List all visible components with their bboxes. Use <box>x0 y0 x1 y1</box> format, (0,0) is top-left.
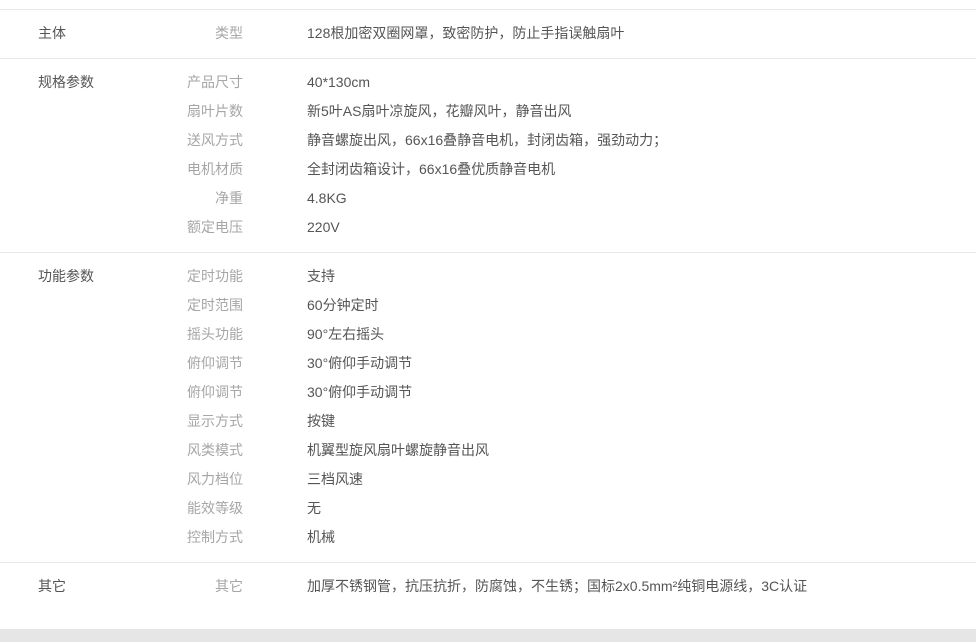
spec-value: 全封闭齿箱设计，66x16叠优质静音电机 <box>307 159 555 179</box>
spec-label: 扇叶片数 <box>160 101 243 121</box>
spec-value: 220V <box>307 217 340 237</box>
spec-label: 风力档位 <box>160 469 243 489</box>
spec-label: 额定电压 <box>160 217 243 237</box>
spec-row: 俯仰调节 30°俯仰手动调节 <box>160 382 976 402</box>
spec-label: 定时功能 <box>160 266 243 286</box>
spec-row: 风力档位 三档风速 <box>160 469 976 489</box>
spec-value: 40*130cm <box>307 72 370 92</box>
spec-label: 俯仰调节 <box>160 353 243 373</box>
spec-value: 加厚不锈钢管，抗压抗折，防腐蚀，不生锈；国标2x0.5mm²纯铜电源线，3C认证 <box>307 576 807 596</box>
spec-value: 4.8KG <box>307 188 347 208</box>
spec-section-title: 其它 <box>0 576 160 596</box>
spec-section: 其它其它 加厚不锈钢管，抗压抗折，防腐蚀，不生锈；国标2x0.5mm²纯铜电源线，… <box>0 563 976 611</box>
spec-rows: 类型 128根加密双圈网罩，致密防护，防止手指误触扇叶 <box>160 23 976 43</box>
horizontal-scrollbar-track[interactable] <box>0 629 976 642</box>
spec-row: 其它 加厚不锈钢管，抗压抗折，防腐蚀，不生锈；国标2x0.5mm²纯铜电源线，3C… <box>160 576 976 596</box>
spec-row: 送风方式 静音螺旋出风，66x16叠静音电机，封闭齿箱，强劲动力； <box>160 130 976 150</box>
spec-rows: 产品尺寸 40*130cm 扇叶片数 新5叶AS扇叶凉旋风，花瓣风叶，静音出风送风方式… <box>160 72 976 237</box>
spec-row: 类型 128根加密双圈网罩，致密防护，防止手指误触扇叶 <box>160 23 976 43</box>
spec-label: 摇头功能 <box>160 324 243 344</box>
spec-label: 显示方式 <box>160 411 243 431</box>
spec-value: 30°俯仰手动调节 <box>307 353 412 373</box>
spec-value: 30°俯仰手动调节 <box>307 382 412 402</box>
spec-value: 按键 <box>307 411 335 431</box>
spec-row: 产品尺寸 40*130cm <box>160 72 976 92</box>
spec-label: 控制方式 <box>160 527 243 547</box>
spec-row: 净重 4.8KG <box>160 188 976 208</box>
spec-section: 规格参数产品尺寸 40*130cm 扇叶片数 新5叶AS扇叶凉旋风，花瓣风叶，静音出风… <box>0 59 976 253</box>
spec-section: 主体类型 128根加密双圈网罩，致密防护，防止手指误触扇叶 <box>0 10 976 59</box>
spec-rows: 定时功能 支持定时范围 60分钟定时摇头功能 90°左右摇头俯仰调节 30°俯仰手动调节… <box>160 266 976 547</box>
spec-row: 定时范围 60分钟定时 <box>160 295 976 315</box>
spec-section-title: 主体 <box>0 23 160 43</box>
spec-row: 风类模式 机翼型旋风扇叶螺旋静音出风 <box>160 440 976 460</box>
spec-value: 60分钟定时 <box>307 295 379 315</box>
spec-value: 静音螺旋出风，66x16叠静音电机，封闭齿箱，强劲动力； <box>307 130 667 150</box>
spec-section: 功能参数定时功能 支持定时范围 60分钟定时摇头功能 90°左右摇头俯仰调节 30°俯仰… <box>0 253 976 563</box>
spec-row: 显示方式 按键 <box>160 411 976 431</box>
spec-value: 128根加密双圈网罩，致密防护，防止手指误触扇叶 <box>307 23 624 43</box>
spec-label: 定时范围 <box>160 295 243 315</box>
spec-label: 其它 <box>160 576 243 596</box>
spec-value: 无 <box>307 498 321 518</box>
spec-label: 送风方式 <box>160 130 243 150</box>
spec-section-title: 功能参数 <box>0 266 160 547</box>
spec-label: 产品尺寸 <box>160 72 243 92</box>
spec-label: 能效等级 <box>160 498 243 518</box>
spec-value: 机械 <box>307 527 335 547</box>
product-spec-table: 主体类型 128根加密双圈网罩，致密防护，防止手指误触扇叶规格参数产品尺寸 40*1… <box>0 9 976 611</box>
spec-value: 三档风速 <box>307 469 363 489</box>
spec-label: 风类模式 <box>160 440 243 460</box>
spec-row: 摇头功能 90°左右摇头 <box>160 324 976 344</box>
spec-row: 俯仰调节 30°俯仰手动调节 <box>160 353 976 373</box>
spec-row: 额定电压 220V <box>160 217 976 237</box>
spec-row: 扇叶片数 新5叶AS扇叶凉旋风，花瓣风叶，静音出风 <box>160 101 976 121</box>
spec-label: 电机材质 <box>160 159 243 179</box>
spec-section-title: 规格参数 <box>0 72 160 237</box>
spec-row: 电机材质 全封闭齿箱设计，66x16叠优质静音电机 <box>160 159 976 179</box>
spec-row: 控制方式 机械 <box>160 527 976 547</box>
spec-value: 机翼型旋风扇叶螺旋静音出风 <box>307 440 489 460</box>
spec-value: 新5叶AS扇叶凉旋风，花瓣风叶，静音出风 <box>307 101 571 121</box>
spec-value: 支持 <box>307 266 335 286</box>
spec-label: 俯仰调节 <box>160 382 243 402</box>
spec-row: 能效等级 无 <box>160 498 976 518</box>
spec-value: 90°左右摇头 <box>307 324 384 344</box>
spec-rows: 其它 加厚不锈钢管，抗压抗折，防腐蚀，不生锈；国标2x0.5mm²纯铜电源线，3C… <box>160 576 976 596</box>
spec-row: 定时功能 支持 <box>160 266 976 286</box>
spec-label: 类型 <box>160 23 243 43</box>
spec-label: 净重 <box>160 188 243 208</box>
